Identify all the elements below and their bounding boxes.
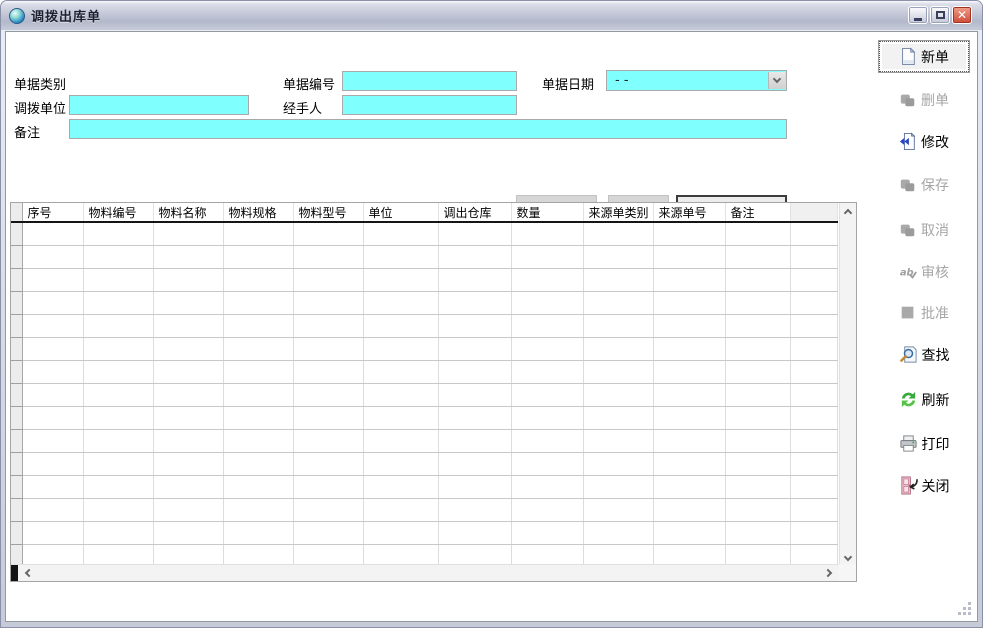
table-row <box>11 475 837 498</box>
refresh-button[interactable]: 刷新 <box>879 386 969 413</box>
delete-order-button[interactable]: 删单 <box>879 86 969 113</box>
doc-no-input[interactable] <box>342 71 517 91</box>
scrollbar-corner <box>839 564 856 581</box>
table-row <box>11 498 837 521</box>
remark-input[interactable] <box>69 119 787 139</box>
print-icon <box>899 434 918 453</box>
table-row <box>11 429 837 452</box>
grid-column-header[interactable]: 数量 <box>511 203 583 222</box>
modify-icon <box>899 132 917 151</box>
table-row <box>11 452 837 475</box>
scroll-left-icon[interactable] <box>25 569 33 577</box>
table-row <box>11 291 837 314</box>
refresh-icon <box>899 390 918 409</box>
table-row <box>11 383 837 406</box>
doc-date-combobox[interactable]: - - <box>606 70 787 91</box>
table-row <box>11 406 837 429</box>
scroll-up-icon[interactable] <box>844 209 852 217</box>
app-window: 调拨出库单 ✕ 单据类别 单据编号 单据日期 - - 调拨单位 经手人 备注 打… <box>0 0 983 628</box>
grid-column-header[interactable]: 来源单类别 <box>583 203 653 222</box>
grid-column-header[interactable]: 物料规格 <box>223 203 293 222</box>
horizontal-scrollbar[interactable] <box>11 564 839 581</box>
title-bar[interactable]: 调拨出库单 ✕ <box>1 1 982 30</box>
grid-column-header[interactable]: 备注 <box>725 203 790 222</box>
audit-button[interactable]: ab 审核 <box>879 258 969 285</box>
audit-icon: ab <box>899 263 917 281</box>
grid-column-header[interactable]: 物料编号 <box>83 203 153 222</box>
hscroll-thumb[interactable] <box>11 565 18 581</box>
transfer-unit-input[interactable] <box>69 95 249 115</box>
grid-header-trailing <box>790 203 837 222</box>
print-button[interactable]: 打印 <box>879 430 969 457</box>
chevron-down-icon <box>773 75 781 83</box>
close-button[interactable]: 关闭 <box>879 472 969 499</box>
remark-label: 备注 <box>14 122 40 141</box>
table-row <box>11 360 837 383</box>
handler-input[interactable] <box>342 95 517 115</box>
grid-header-row: 序号物料编号物料名称物料规格物料型号单位调出仓库数量来源单类别来源单号备注 <box>11 203 837 222</box>
doc-no-label: 单据编号 <box>283 74 335 93</box>
grid-column-header[interactable]: 序号 <box>22 203 83 222</box>
table-row <box>11 521 837 544</box>
table-row <box>11 245 837 268</box>
table-row <box>11 222 837 245</box>
new-order-button[interactable]: 新单 <box>879 41 969 72</box>
grid-column-header[interactable]: 物料名称 <box>153 203 223 222</box>
save-icon <box>899 176 917 194</box>
cancel-icon <box>899 221 917 239</box>
transfer-unit-label: 调拨单位 <box>14 98 66 117</box>
table-row <box>11 544 837 564</box>
cancel-button[interactable]: 取消 <box>879 216 969 243</box>
grid-column-header[interactable]: 调出仓库 <box>438 203 511 222</box>
scroll-down-icon[interactable] <box>844 553 852 561</box>
table-row <box>11 337 837 360</box>
content-panel: 单据类别 单据编号 单据日期 - - 调拨单位 经手人 备注 打印信息:该单未打… <box>5 31 978 622</box>
vertical-scrollbar[interactable] <box>839 203 856 564</box>
close-window-button[interactable]: ✕ <box>952 6 972 24</box>
items-grid[interactable]: 序号物料编号物料名称物料规格物料型号单位调出仓库数量来源单类别来源单号备注 <box>10 202 857 582</box>
grid-body[interactable] <box>11 222 837 564</box>
grid-column-header[interactable]: 来源单号 <box>653 203 725 222</box>
delete-doc-icon <box>899 91 917 109</box>
handler-label: 经手人 <box>283 98 322 117</box>
maximize-button[interactable] <box>930 6 950 24</box>
table-row <box>11 314 837 337</box>
scroll-right-icon[interactable] <box>824 569 832 577</box>
save-button[interactable]: 保存 <box>879 171 969 198</box>
doc-date-label: 单据日期 <box>542 74 594 93</box>
approve-button[interactable]: 批准 <box>879 299 969 326</box>
doc-type-label: 单据类别 <box>14 74 66 93</box>
find-button[interactable]: 查找 <box>879 341 969 368</box>
new-doc-icon <box>899 47 917 66</box>
close-door-icon <box>899 476 918 495</box>
grid-column-header[interactable]: 物料型号 <box>293 203 363 222</box>
modify-order-button[interactable]: 修改 <box>879 128 969 155</box>
grid-column-header[interactable]: 单位 <box>363 203 438 222</box>
minimize-button[interactable] <box>908 6 928 24</box>
doc-date-dropdown-button[interactable] <box>768 72 785 89</box>
doc-date-value: - - <box>615 73 629 88</box>
app-globe-icon <box>9 8 25 24</box>
approve-icon <box>899 304 917 322</box>
table-row <box>11 268 837 291</box>
row-indicator-header <box>11 203 22 222</box>
resize-grip[interactable] <box>957 601 971 615</box>
window-title: 调拨出库单 <box>31 6 101 25</box>
find-icon <box>899 345 918 364</box>
